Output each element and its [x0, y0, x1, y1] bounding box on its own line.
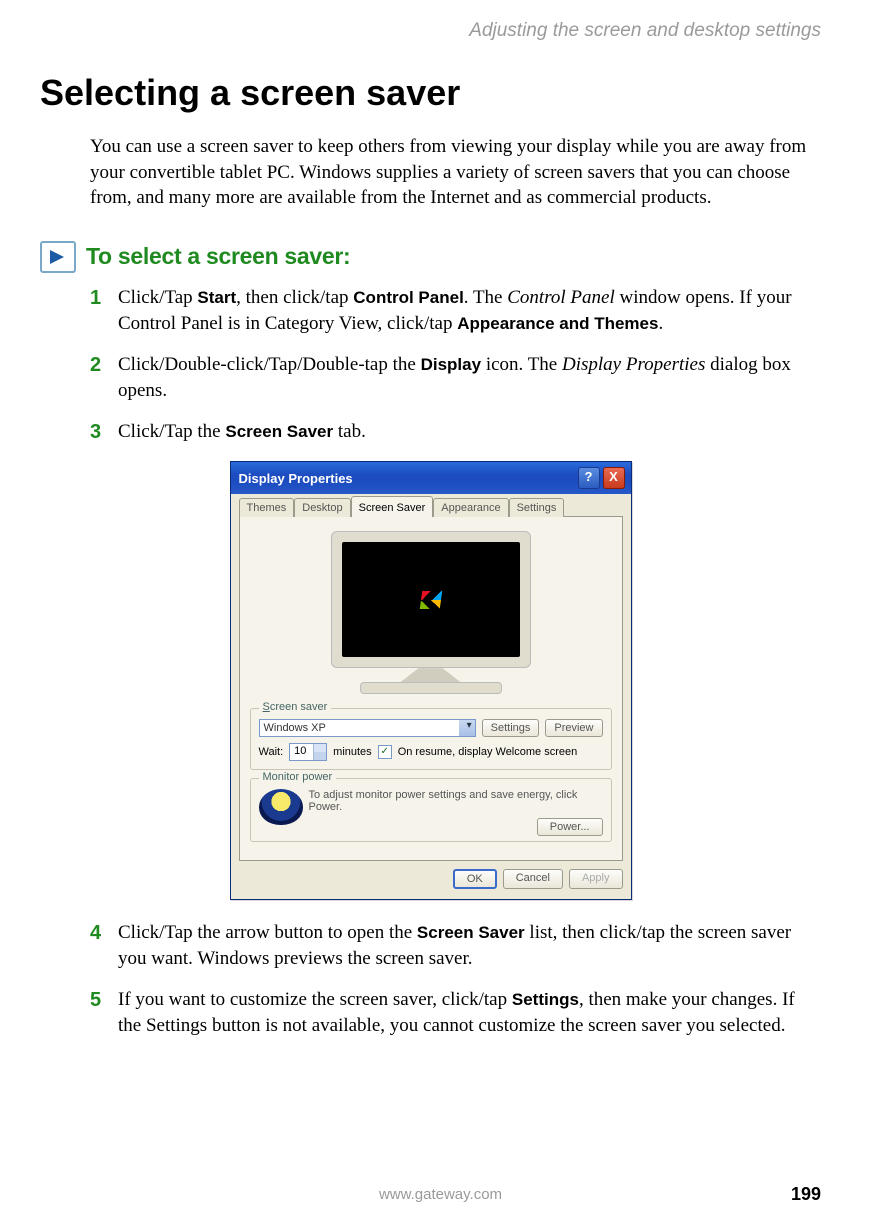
step-1: 1 Click/Tap Start, then click/tap Contro…	[90, 285, 821, 336]
monitor-preview	[331, 531, 531, 694]
monitor-power-text: To adjust monitor power settings and sav…	[309, 789, 603, 813]
preview-button[interactable]: Preview	[545, 719, 602, 737]
ui-screen-saver-list: Screen Saver	[417, 923, 525, 942]
screensaver-select[interactable]: Windows XP	[259, 719, 476, 737]
resume-welcome-label: On resume, display Welcome screen	[398, 746, 578, 758]
footer-url: www.gateway.com	[379, 1186, 502, 1203]
ui-screen-saver-tab: Screen Saver	[225, 422, 333, 441]
dialog-title: Display Properties	[239, 471, 353, 486]
ui-control-panel: Control Panel	[353, 288, 464, 307]
step-4: 4 Click/Tap the arrow button to open the…	[90, 920, 821, 971]
text: Click/Tap the arrow button to open the	[118, 922, 417, 943]
tab-screen-saver[interactable]: Screen Saver	[351, 496, 434, 517]
wait-label: Wait:	[259, 746, 284, 758]
energy-star-icon	[259, 789, 303, 825]
dialog-tabs: Themes Desktop Screen Saver Appearance S…	[239, 498, 623, 517]
text: Click/Tap	[118, 287, 197, 308]
ui-start: Start	[197, 288, 236, 307]
text: Click/Tap the	[118, 421, 225, 442]
ok-button[interactable]: OK	[453, 869, 497, 889]
step-3: 3 Click/Tap the Screen Saver tab.	[90, 419, 821, 445]
step-number: 3	[90, 419, 101, 446]
ui-settings: Settings	[512, 990, 579, 1009]
settings-button[interactable]: Settings	[482, 719, 540, 737]
ui-display: Display	[421, 355, 481, 374]
tab-settings[interactable]: Settings	[509, 498, 565, 517]
window-control-panel: Control Panel	[507, 287, 615, 308]
text: If you want to customize the screen save…	[118, 989, 512, 1010]
step-number: 5	[90, 987, 101, 1014]
text: . The	[464, 287, 507, 308]
tab-themes[interactable]: Themes	[239, 498, 295, 517]
minutes-label: minutes	[333, 746, 372, 758]
resume-welcome-checkbox[interactable]: ✓	[378, 745, 392, 759]
intro-paragraph: You can use a screen saver to keep other…	[90, 134, 821, 211]
section-title: Selecting a screen saver	[40, 72, 821, 114]
ui-appearance-themes: Appearance and Themes	[457, 314, 658, 333]
step-number: 1	[90, 285, 101, 312]
cancel-button[interactable]: Cancel	[503, 869, 563, 889]
step-number: 2	[90, 352, 101, 379]
text: Click/Double-click/Tap/Double-tap the	[118, 354, 421, 375]
text: tab.	[333, 421, 366, 442]
procedure-heading: To select a screen saver:	[86, 243, 350, 270]
help-button[interactable]: ?	[578, 467, 600, 489]
step-2: 2 Click/Double-click/Tap/Double-tap the …	[90, 352, 821, 403]
group-legend-screen-saver: Screen saver	[259, 701, 332, 713]
dialog-titlebar[interactable]: Display Properties ? X	[231, 462, 631, 494]
group-legend-monitor-power: Monitor power	[259, 771, 337, 783]
tab-appearance[interactable]: Appearance	[433, 498, 508, 517]
close-button[interactable]: X	[603, 467, 625, 489]
power-button[interactable]: Power...	[537, 818, 603, 836]
text: icon. The	[481, 354, 562, 375]
dialog-display-properties: Display Properties	[562, 354, 705, 375]
step-number: 4	[90, 920, 101, 947]
tab-desktop[interactable]: Desktop	[294, 498, 350, 517]
page-number: 199	[791, 1184, 821, 1205]
windows-flag-icon	[419, 591, 442, 609]
monitor-power-group: Monitor power To adjust monitor power se…	[250, 778, 612, 842]
running-head: Adjusting the screen and desktop setting…	[40, 20, 821, 42]
page-footer: www.gateway.com 199	[0, 1186, 881, 1203]
screensaver-group: Screen saver Windows XP Settings Preview…	[250, 708, 612, 770]
wait-minutes-input[interactable]: 10	[289, 743, 327, 761]
procedure-arrow-icon	[40, 241, 76, 273]
apply-button[interactable]: Apply	[569, 869, 623, 889]
text: , then click/tap	[236, 287, 353, 308]
text: .	[658, 313, 663, 334]
display-properties-dialog: Display Properties ? X Themes Desktop Sc…	[230, 461, 632, 900]
step-5: 5 If you want to customize the screen sa…	[90, 987, 821, 1038]
